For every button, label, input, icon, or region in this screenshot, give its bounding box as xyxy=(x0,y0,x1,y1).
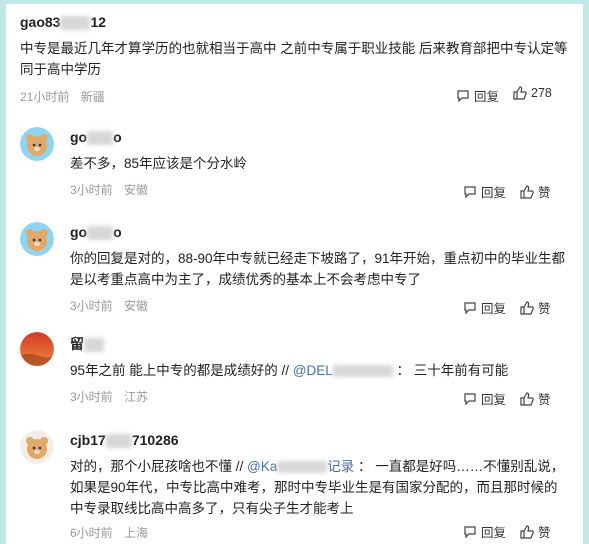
redaction xyxy=(87,131,114,146)
reply-text: 对的，那个小屁孩啥也不懂 // @Ka 记录 ： 一直都是好吗……不懂别乱说，如果… xyxy=(70,459,565,516)
reply-button[interactable]: 回复 xyxy=(456,86,499,105)
like-button[interactable]: 赞 xyxy=(520,522,551,541)
reply-meta: 3小时前 安徽 xyxy=(70,299,149,313)
reply-button[interactable]: 回复 xyxy=(463,522,506,541)
comment-meta: 21小时前 新疆 xyxy=(20,88,105,105)
reply-icon xyxy=(464,525,476,538)
like-icon xyxy=(520,184,534,199)
reply-button[interactable]: 回复 xyxy=(463,389,506,408)
reply-text: 差不多，85年应该是个分水岭 xyxy=(70,156,248,171)
like-button[interactable]: 赞 xyxy=(520,298,551,317)
avatar[interactable] xyxy=(20,430,54,464)
redaction xyxy=(332,365,393,378)
reply-meta: 6小时前 上海 xyxy=(70,526,149,540)
like-icon xyxy=(520,524,534,539)
reply-username[interactable]: go o xyxy=(70,224,122,241)
reply-item: go o 差不多，85年应该是个分水岭 3小时前 安徽 回复 赞 xyxy=(6,119,583,209)
like-button[interactable]: 赞 xyxy=(520,182,551,201)
comment-item: gao83 12 中专是最近几年才算学历的也就相当于高中 之前中专属于职业技能 后… xyxy=(6,4,583,114)
reply-username[interactable]: go o xyxy=(70,129,122,146)
reply-text: 你的回复是对的，88-90年中专就已经走下坡路了，91年开始，重点初中的毕业生都… xyxy=(70,251,566,287)
reply-meta: 3小时前 安徽 xyxy=(70,183,149,197)
mention-link[interactable]: @Ka 记录 xyxy=(247,459,354,474)
comment-location: 新疆 xyxy=(80,90,105,104)
reply-button[interactable]: 回复 xyxy=(463,298,506,317)
redaction xyxy=(87,226,114,241)
mention-link[interactable]: @DEL xyxy=(293,363,393,378)
reply-icon xyxy=(464,301,476,314)
reply-username[interactable]: 留 xyxy=(70,334,104,354)
redaction xyxy=(105,434,132,449)
like-button[interactable]: 278 xyxy=(513,86,552,100)
avatar[interactable] xyxy=(20,127,54,161)
reply-icon xyxy=(464,392,476,405)
like-icon xyxy=(520,300,534,315)
reply-meta: 3小时前 江苏 xyxy=(70,390,149,404)
comment-username[interactable]: gao83 12 xyxy=(20,14,106,31)
like-icon xyxy=(513,86,527,100)
comment-text: 中专是最近几年才算学历的也就相当于高中 之前中专属于职业技能 后来教育部把中专认… xyxy=(20,41,568,77)
reply-button[interactable]: 回复 xyxy=(463,182,506,201)
redaction xyxy=(60,16,91,31)
avatar[interactable] xyxy=(20,222,54,256)
reply-icon xyxy=(464,185,476,198)
like-button[interactable]: 赞 xyxy=(520,389,551,408)
reply-text: 95年之前 能上中专的都是成绩好的 // @DEL ： 三十年前有可能 xyxy=(70,363,509,378)
reply-item: 留 95年之前 能上中专的都是成绩好的 // @DEL ： 三十年前有可能 3小… xyxy=(6,324,583,414)
comment-panel: gao83 12 中专是最近几年才算学历的也就相当于高中 之前中专属于职业技能 后… xyxy=(6,4,583,544)
avatar[interactable] xyxy=(20,332,54,366)
reply-item: cjb17 710286 对的，那个小屁孩啥也不懂 // @Ka 记录 ： 一直都是… xyxy=(6,418,583,541)
comment-time: 21小时前 xyxy=(20,90,70,104)
reply-username[interactable]: cjb17 710286 xyxy=(70,432,179,449)
redaction xyxy=(277,461,328,474)
reply-item: go o 你的回复是对的，88-90年中专就已经走下坡路了，91年开始，重点初中的… xyxy=(6,214,583,319)
like-icon xyxy=(520,391,534,406)
reply-icon xyxy=(457,89,469,102)
redaction xyxy=(84,338,104,353)
